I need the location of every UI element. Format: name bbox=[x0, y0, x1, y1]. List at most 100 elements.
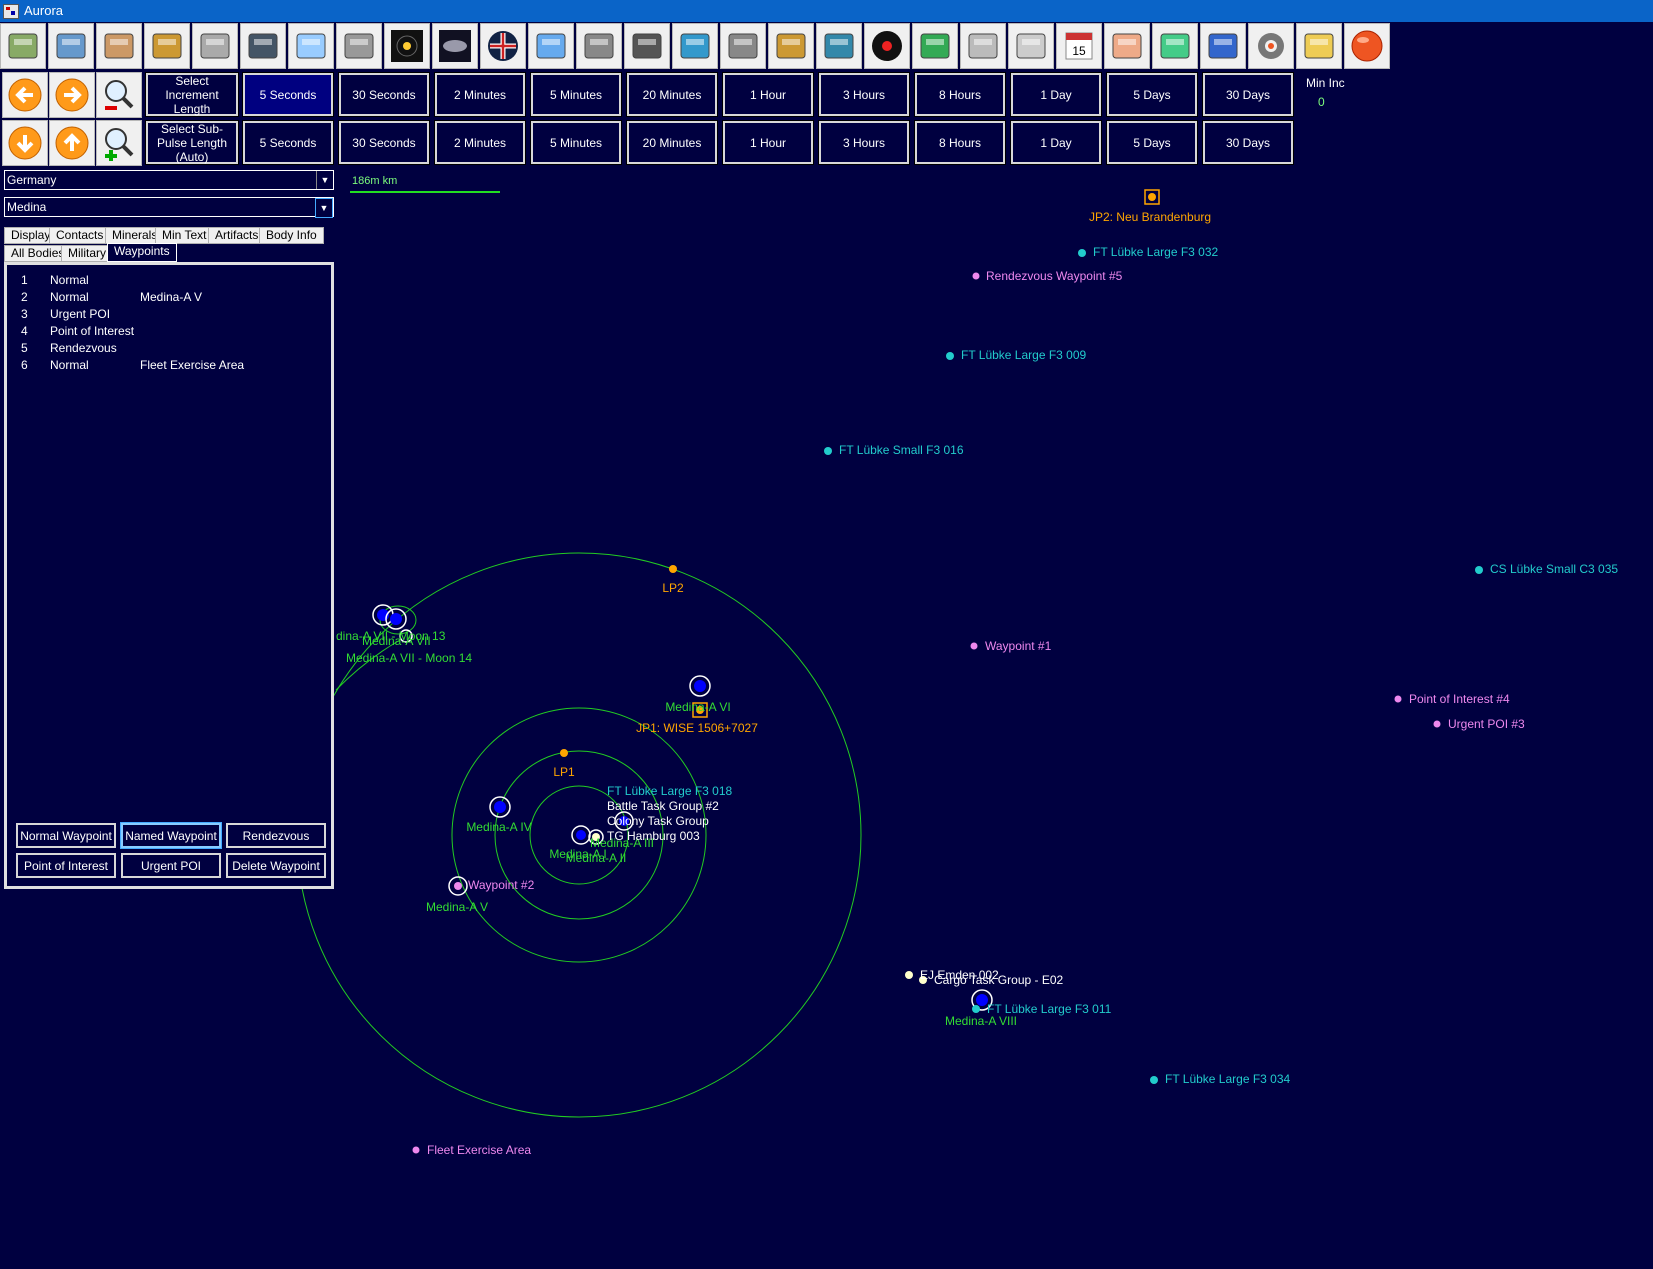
tab-min-text[interactable]: Min Text bbox=[155, 227, 214, 244]
system-view-button[interactable] bbox=[384, 23, 430, 69]
named-waypoint-button[interactable]: Named Waypoint bbox=[120, 822, 222, 849]
waypoint-1-marker[interactable] bbox=[970, 642, 978, 650]
industry-worker-button[interactable] bbox=[96, 23, 142, 69]
calendar-button[interactable]: 15 bbox=[1056, 23, 1102, 69]
refresh-cycle-button[interactable] bbox=[1152, 23, 1198, 69]
commander-officer-button[interactable] bbox=[240, 23, 286, 69]
government-building-button[interactable] bbox=[1008, 23, 1054, 69]
research-database-button[interactable] bbox=[720, 23, 766, 69]
home-button[interactable] bbox=[0, 23, 46, 69]
ship-design-blueprint-button[interactable] bbox=[288, 23, 334, 69]
zoom-out-button[interactable] bbox=[96, 72, 142, 118]
waypoint-4-marker[interactable] bbox=[1394, 695, 1402, 703]
contact-cs-035[interactable] bbox=[1475, 566, 1483, 574]
ground-forces-mech-button[interactable] bbox=[192, 23, 238, 69]
list-item[interactable]: 3 Urgent POI bbox=[17, 307, 317, 324]
technology-button[interactable] bbox=[768, 23, 814, 69]
subpulse-2-minutes-button[interactable]: 2 Minutes bbox=[434, 120, 526, 165]
planet-medina-a-vi[interactable] bbox=[689, 675, 711, 697]
jump-point-jp1[interactable] bbox=[692, 702, 708, 718]
save-disk-button[interactable] bbox=[1200, 23, 1246, 69]
colony-buildings-button[interactable] bbox=[48, 23, 94, 69]
point-of-interest-button[interactable]: Point of Interest bbox=[16, 853, 116, 878]
race-select[interactable]: Germany ▼ bbox=[4, 170, 334, 190]
subpulse-5-days-button[interactable]: 5 Days bbox=[1106, 120, 1198, 165]
jump-point-jp2[interactable] bbox=[1144, 189, 1160, 205]
planet-medina-a-iii[interactable] bbox=[614, 811, 634, 831]
turret-design-button[interactable] bbox=[624, 23, 670, 69]
lagrange-point-lp2[interactable] bbox=[669, 565, 677, 573]
subpulse-5-minutes-button[interactable]: 5 Minutes bbox=[530, 120, 622, 165]
inc-30-days-button[interactable]: 30 Days bbox=[1202, 72, 1294, 117]
waypoint-5-marker[interactable] bbox=[972, 272, 980, 280]
event-log-button[interactable] bbox=[528, 23, 574, 69]
red-end-turn-button[interactable] bbox=[1344, 23, 1390, 69]
waypoint-3-marker[interactable] bbox=[1433, 720, 1441, 728]
delete-waypoint-button[interactable]: Delete Waypoint bbox=[226, 853, 326, 878]
inc-1-day-button[interactable]: 1 Day bbox=[1010, 72, 1102, 117]
tab-body-info[interactable]: Body Info bbox=[259, 227, 324, 244]
subpulse-1-hour-button[interactable]: 1 Hour bbox=[722, 120, 814, 165]
select-increment-length-button[interactable]: Select Increment Length bbox=[145, 72, 239, 117]
contact-ft-011[interactable] bbox=[972, 1005, 980, 1013]
chevron-down-icon[interactable]: ▼ bbox=[316, 171, 333, 189]
fleet-ej-emden-marker[interactable] bbox=[905, 971, 913, 979]
inc-2-minutes-button[interactable]: 2 Minutes bbox=[434, 72, 526, 117]
fleet-cargo-tg-marker[interactable] bbox=[919, 976, 927, 984]
planet-medina-a-i[interactable] bbox=[571, 825, 591, 845]
list-item[interactable]: 4 Point of Interest bbox=[17, 324, 317, 341]
tab-contacts[interactable]: Contacts bbox=[49, 227, 111, 244]
inc-30-seconds-button[interactable]: 30 Seconds bbox=[338, 72, 430, 117]
planet-medina-a-viii[interactable] bbox=[971, 989, 993, 1011]
chevron-down-icon[interactable]: ▼ bbox=[315, 198, 333, 218]
planet-medina-a-vii[interactable] bbox=[372, 604, 413, 643]
inc-3-hours-button[interactable]: 3 Hours bbox=[818, 72, 910, 117]
lagrange-point-lp1[interactable] bbox=[560, 749, 568, 757]
inc-5-seconds-button[interactable]: 5 Seconds bbox=[242, 72, 334, 117]
subpulse-20-minutes-button[interactable]: 20 Minutes bbox=[626, 120, 718, 165]
down-arrow-button[interactable] bbox=[2, 120, 48, 166]
alien-race-button[interactable] bbox=[1104, 23, 1150, 69]
rendezvous-button[interactable]: Rendezvous bbox=[226, 823, 326, 848]
zoom-in-button[interactable] bbox=[96, 120, 142, 166]
tab-waypoints[interactable]: Waypoints bbox=[107, 243, 177, 262]
contact-ft-016[interactable] bbox=[824, 447, 832, 455]
select-subpulse-length-button[interactable]: Select Sub-Pulse Length (Auto) bbox=[145, 120, 239, 165]
subpulse-8-hours-button[interactable]: 8 Hours bbox=[914, 120, 1006, 165]
subpulse-1-day-button[interactable]: 1 Day bbox=[1010, 120, 1102, 165]
subpulse-30-days-button[interactable]: 30 Days bbox=[1202, 120, 1294, 165]
tab-military[interactable]: Military bbox=[61, 245, 113, 262]
up-arrow-button[interactable] bbox=[49, 120, 95, 166]
list-item[interactable]: 2 Normal Medina-A V bbox=[17, 290, 317, 307]
inc-8-hours-button[interactable]: 8 Hours bbox=[914, 72, 1006, 117]
inc-5-days-button[interactable]: 5 Days bbox=[1106, 72, 1198, 117]
previous-arrow-button[interactable] bbox=[2, 72, 48, 118]
sensor-map-button[interactable] bbox=[816, 23, 862, 69]
planet-globe-button[interactable] bbox=[672, 23, 718, 69]
circuit-board-button[interactable] bbox=[912, 23, 958, 69]
cargo-button[interactable] bbox=[960, 23, 1006, 69]
inc-1-hour-button[interactable]: 1 Hour bbox=[722, 72, 814, 117]
planet-medina-a-iv[interactable] bbox=[489, 796, 511, 818]
urgent-poi-button[interactable]: Urgent POI bbox=[121, 853, 221, 878]
contact-ft-009[interactable] bbox=[946, 352, 954, 360]
inc-20-minutes-button[interactable]: 20 Minutes bbox=[626, 72, 718, 117]
list-item[interactable]: 5 Rendezvous bbox=[17, 341, 317, 358]
planet-medina-a-ii[interactable] bbox=[588, 829, 604, 845]
light-bulb-button[interactable] bbox=[1296, 23, 1342, 69]
contact-ft-032[interactable] bbox=[1078, 249, 1086, 257]
inc-5-minutes-button[interactable]: 5 Minutes bbox=[530, 72, 622, 117]
system-select[interactable]: Medina ▼ bbox=[4, 197, 334, 218]
list-item[interactable]: 6 Normal Fleet Exercise Area bbox=[17, 358, 317, 375]
contact-ft-034[interactable] bbox=[1150, 1076, 1158, 1084]
intelligence-eye-button[interactable] bbox=[864, 23, 910, 69]
next-arrow-button[interactable] bbox=[49, 72, 95, 118]
galaxy-map-button[interactable] bbox=[432, 23, 478, 69]
settings-gear-button[interactable] bbox=[1248, 23, 1294, 69]
list-item[interactable]: 1 Normal bbox=[17, 273, 317, 290]
planet-medina-a-v[interactable] bbox=[448, 876, 468, 896]
waypoint-6-marker[interactable] bbox=[412, 1146, 420, 1154]
race-flag-button[interactable] bbox=[480, 23, 526, 69]
starship-button[interactable] bbox=[336, 23, 382, 69]
tab-artifacts[interactable]: Artifacts bbox=[208, 227, 266, 244]
